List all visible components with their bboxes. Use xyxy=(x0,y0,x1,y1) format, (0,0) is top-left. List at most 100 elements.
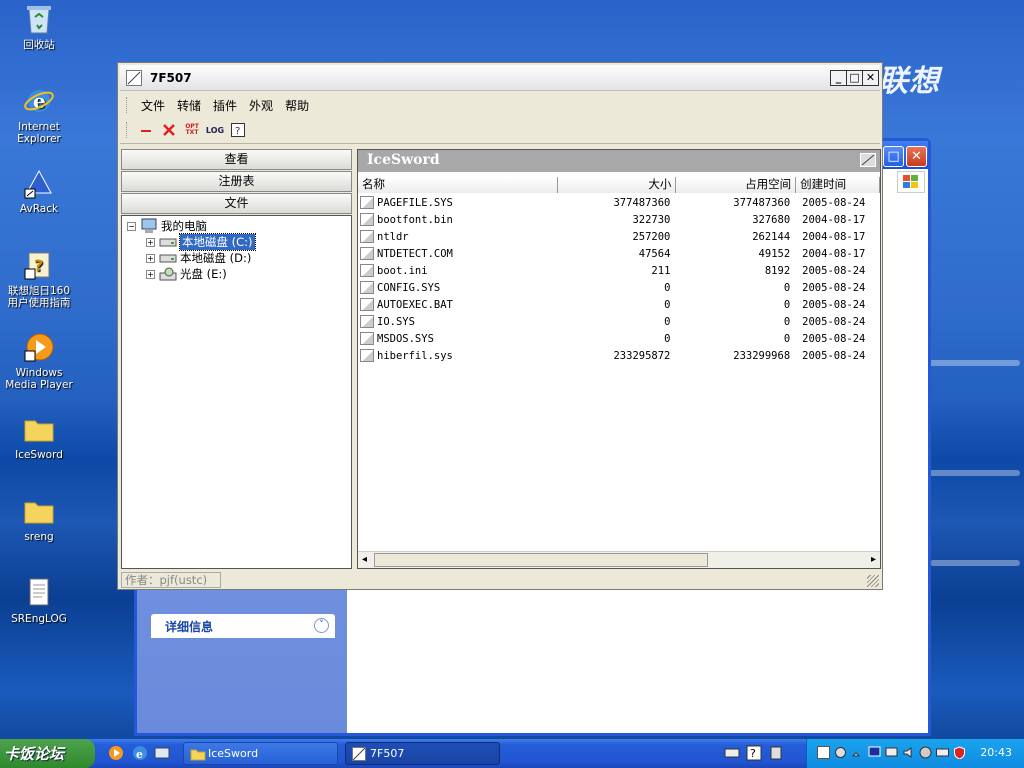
file-name: IO.SYS xyxy=(377,315,415,328)
desktop-icon-windows-media-player[interactable]: Windows Media Player xyxy=(0,330,79,391)
monitor-icon[interactable] xyxy=(868,746,881,759)
desktop-icon-recycle-bin[interactable]: 回收站 xyxy=(0,2,79,51)
menu-file[interactable]: 文件 xyxy=(135,97,171,114)
file-size: 377487360 xyxy=(613,196,671,209)
desktop-icon-label: AvRack xyxy=(19,203,59,215)
desktop-icon-avrack[interactable]: AvRack xyxy=(0,166,79,215)
log-icon: LOG xyxy=(205,125,225,135)
phone-icon[interactable] xyxy=(851,746,864,759)
desktop-icon-sreng-folder[interactable]: sreng xyxy=(0,494,79,543)
file-row[interactable]: MSDOS.SYS 0 0 2005-08-24 xyxy=(358,330,880,347)
start-button[interactable]: 卡饭论坛 xyxy=(0,739,95,768)
window-titlebar[interactable]: 7F507 _ □ ✕ xyxy=(120,65,880,91)
sidebar-button-file[interactable]: 文件 xyxy=(121,193,352,214)
computer-icon xyxy=(141,218,157,233)
file-row[interactable]: bootfont.bin 322730 327680 2004-08-17 xyxy=(358,211,880,228)
desktop-icon-srenglog[interactable]: SREngLOG xyxy=(0,576,79,625)
icesword-window[interactable]: 7F507 _ □ ✕ 文件 转储 插件 外观 帮助 OPT TXT LOG ?… xyxy=(117,62,883,590)
column-header-size[interactable]: 大小 xyxy=(557,177,677,193)
input-method-icon[interactable] xyxy=(768,745,784,761)
taskbar-item-icesword-folder[interactable]: IceSword xyxy=(183,742,338,765)
menu-dump[interactable]: 转储 xyxy=(171,97,207,114)
taskbar-item-label: 7F507 xyxy=(370,747,405,760)
keyboard-icon[interactable] xyxy=(724,745,740,761)
file-created: 2005-08-24 xyxy=(802,281,866,294)
menu-plugins[interactable]: 插件 xyxy=(207,97,243,114)
file-row[interactable]: CONFIG.SYS 0 0 2005-08-24 xyxy=(358,279,880,296)
log-button[interactable]: LOG xyxy=(204,120,226,140)
file-row[interactable]: NTDETECT.COM 47564 49152 2004-08-17 xyxy=(358,245,880,262)
column-header-allocated[interactable]: 占用空间 xyxy=(676,177,797,193)
minus-button[interactable] xyxy=(135,120,157,140)
panel-title: IceSword xyxy=(367,152,440,168)
panel-resize-icon[interactable] xyxy=(860,153,876,167)
file-name: boot.ini xyxy=(377,264,428,277)
tree-node-drive-d[interactable]: + 本地磁盘 (D:) xyxy=(146,250,251,266)
file-row[interactable]: boot.ini 211 8192 2005-08-24 xyxy=(358,262,880,279)
file-row[interactable]: ntldr 257200 262144 2004-08-17 xyxy=(358,228,880,245)
desktop-icon-label: SREngLOG xyxy=(11,613,67,625)
file-name: MSDOS.SYS xyxy=(377,332,434,345)
scroll-left-arrow[interactable]: ◂ xyxy=(362,554,367,565)
status-bar: 作者：pjf(ustc) xyxy=(121,572,881,588)
desktop-icon-internet-explorer[interactable]: e Internet Explorer xyxy=(0,84,79,145)
speaker-icon[interactable] xyxy=(902,746,915,759)
media-player-quicklaunch-icon[interactable] xyxy=(108,745,124,761)
display-icon[interactable] xyxy=(885,746,898,759)
expand-icon[interactable]: + xyxy=(146,269,155,279)
minimize-button[interactable]: _ xyxy=(830,70,847,86)
file-created: 2005-08-24 xyxy=(802,298,866,311)
shield-icon[interactable] xyxy=(953,746,966,759)
horizontal-scrollbar[interactable]: ◂ ▸ xyxy=(358,551,880,568)
file-row[interactable]: AUTOEXEC.BAT 0 0 2005-08-24 xyxy=(358,296,880,313)
desktop-icon-icesword-folder[interactable]: IceSword xyxy=(0,412,79,461)
resize-grip[interactable] xyxy=(867,575,879,587)
clock[interactable]: 20:43 xyxy=(980,746,1012,759)
hard-drive-icon xyxy=(159,238,177,247)
app-tray-icon[interactable] xyxy=(817,746,830,759)
desktop-icon-user-guide[interactable]: ? 联想旭日160 用户使用指南 xyxy=(0,248,79,309)
help-button[interactable]: ? xyxy=(227,120,249,140)
network-icon[interactable] xyxy=(834,746,847,759)
file-row[interactable]: PAGEFILE.SYS 377487360 377487360 2005-08-24 xyxy=(358,194,880,211)
taskbar-item-7f507[interactable]: 7F507 xyxy=(345,742,500,765)
status-author: 作者：pjf(ustc) xyxy=(121,572,221,588)
file-created: 2005-08-24 xyxy=(802,196,866,209)
column-header-created[interactable]: 创建时间 xyxy=(796,177,880,193)
file-icon xyxy=(360,298,374,311)
details-section-header[interactable]: 详细信息 ˅ xyxy=(151,614,335,638)
sidebar-button-view[interactable]: 查看 xyxy=(121,149,352,170)
file-row[interactable]: hiberfil.sys 233295872 233299968 2005-08-24 xyxy=(358,347,880,364)
svg-text:?: ? xyxy=(235,126,240,137)
tree-node-drive-c[interactable]: + 本地磁盘 (C:) xyxy=(146,233,256,251)
opt-txt-button[interactable]: OPT TXT xyxy=(181,120,203,140)
expand-icon[interactable]: + xyxy=(146,253,155,263)
file-allocated: 262144 xyxy=(752,230,791,243)
tree-node-cd-drive[interactable]: + 光盘 (E:) xyxy=(146,266,227,282)
close-button[interactable]: ✕ xyxy=(862,70,879,86)
maximize-button[interactable]: □ xyxy=(846,70,863,86)
windows-logo-icon xyxy=(897,171,925,193)
keyboard-tray-icon[interactable] xyxy=(936,746,949,759)
column-header-name[interactable]: 名称 xyxy=(358,177,558,193)
disc-icon[interactable] xyxy=(919,746,932,759)
scrollbar-thumb[interactable] xyxy=(374,553,708,567)
delete-button[interactable] xyxy=(158,120,180,140)
file-tree[interactable]: − 我的电脑 + 本地磁盘 (C:) + 本地磁盘 (D:) + 光盘 (E:) xyxy=(121,215,352,569)
sidebar-button-registry[interactable]: 注册表 xyxy=(121,171,352,192)
close-button[interactable]: ✕ xyxy=(906,146,927,167)
scroll-right-arrow[interactable]: ▸ xyxy=(871,554,876,565)
maximize-button[interactable]: □ xyxy=(883,146,904,167)
menu-help[interactable]: 帮助 xyxy=(279,97,315,114)
menu-appearance[interactable]: 外观 xyxy=(243,97,279,114)
help-icon[interactable]: ? xyxy=(746,745,762,761)
file-row[interactable]: IO.SYS 0 0 2005-08-24 xyxy=(358,313,880,330)
text-file-icon xyxy=(22,576,56,610)
show-desktop-icon[interactable] xyxy=(154,745,170,761)
internet-explorer-quicklaunch-icon[interactable]: e xyxy=(132,745,148,761)
expand-icon[interactable]: + xyxy=(146,237,155,247)
minus-icon xyxy=(141,130,151,132)
chevron-down-icon[interactable]: ˅ xyxy=(314,618,329,633)
tree-node-my-computer[interactable]: − 我的电脑 xyxy=(127,218,207,234)
collapse-icon[interactable]: − xyxy=(127,221,136,231)
